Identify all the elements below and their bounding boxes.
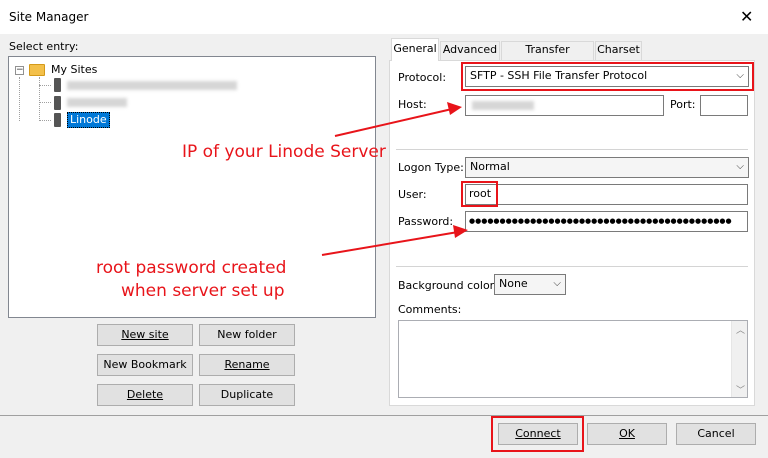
password-arrow-head	[453, 225, 468, 238]
password-annotation-line2: when server set up	[121, 281, 285, 301]
password-annotation-line1: root password created	[96, 258, 287, 278]
password-arrow	[321, 231, 459, 256]
ip-arrow-head	[447, 102, 462, 115]
annotation-arrows	[321, 102, 468, 256]
ip-arrow	[334, 108, 453, 137]
ip-annotation: IP of your Linode Server	[182, 142, 386, 162]
tab-general[interactable]: General	[391, 38, 439, 61]
